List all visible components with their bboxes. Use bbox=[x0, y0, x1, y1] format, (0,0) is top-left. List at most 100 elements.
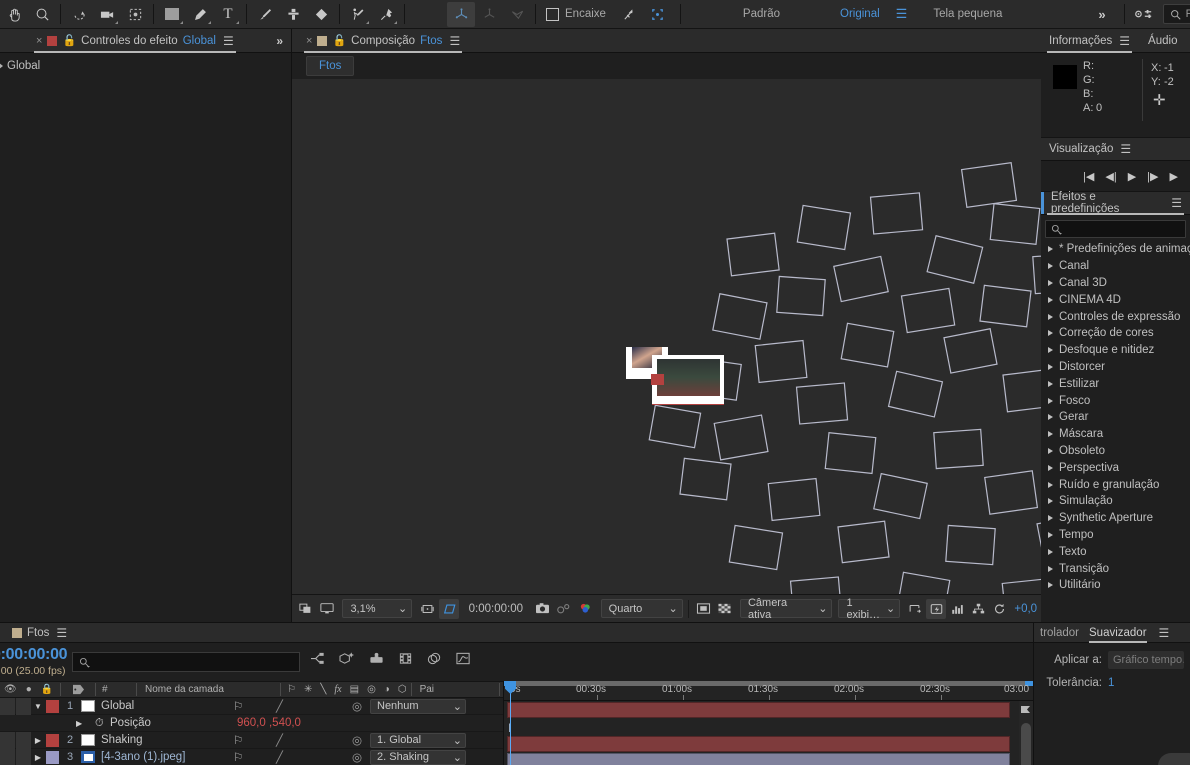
transparency-checkerboard-icon[interactable] bbox=[715, 599, 734, 619]
chevron-right-icon[interactable] bbox=[1048, 498, 1053, 505]
view-count-dropdown[interactable]: 1 exibi… ⌄ bbox=[838, 597, 901, 621]
layer-name-header[interactable]: Nome da camada bbox=[141, 681, 276, 698]
chevron-right-icon[interactable] bbox=[1048, 565, 1053, 572]
timeline-graph-icon[interactable] bbox=[948, 599, 967, 619]
panel-menu-icon[interactable]: ☰ bbox=[223, 34, 234, 48]
camera-tool-icon[interactable] bbox=[93, 2, 121, 27]
quality-switch-icon[interactable]: ╱ bbox=[276, 750, 283, 764]
effects-category-item[interactable]: Gerar bbox=[1041, 409, 1190, 426]
effects-category-item[interactable]: CINEMA 4D bbox=[1041, 291, 1190, 308]
clone-stamp-tool-icon[interactable] bbox=[279, 2, 307, 27]
layer-number-header[interactable]: # bbox=[100, 681, 132, 698]
tab-effect-controls[interactable]: × 🔓 Controles do efeito Global ☰ bbox=[28, 29, 242, 53]
chevron-right-icon[interactable] bbox=[1048, 263, 1053, 270]
panel-menu-icon[interactable]: ☰ bbox=[1120, 142, 1131, 156]
panel-menu-icon[interactable]: ☰ bbox=[1159, 626, 1170, 640]
effects-category-item[interactable]: Estilizar bbox=[1041, 375, 1190, 392]
graph-editor-icon[interactable] bbox=[455, 651, 472, 669]
chevron-right-icon[interactable] bbox=[0, 62, 3, 70]
enable-motion-blur-icon[interactable] bbox=[426, 651, 443, 669]
expand-layer-triangle-icon[interactable]: ▶ bbox=[32, 753, 44, 762]
chevron-right-icon[interactable] bbox=[1048, 397, 1053, 404]
chevron-right-icon[interactable] bbox=[1048, 380, 1053, 387]
chevron-right-icon[interactable]: ▶ bbox=[76, 719, 82, 728]
parent-dropdown[interactable]: Nenhum ⌄ bbox=[370, 698, 466, 714]
region-of-interest-icon[interactable] bbox=[439, 598, 459, 619]
collapse-transform-icon[interactable]: ✳ bbox=[304, 684, 312, 695]
pan-behind-tool-icon[interactable] bbox=[121, 2, 149, 27]
expand-layer-triangle-icon[interactable]: ▶ bbox=[32, 736, 44, 745]
chevron-right-icon[interactable] bbox=[1048, 515, 1053, 522]
parent-dropdown[interactable]: 2. Shaking ⌄ bbox=[370, 749, 466, 765]
draft-3d-icon[interactable] bbox=[339, 651, 356, 669]
tab-efeitos-predefinicoes[interactable]: Efeitos e predefinições ☰ bbox=[1041, 191, 1190, 215]
workspace-small-screen[interactable]: Tela pequena bbox=[923, 8, 1012, 20]
scrollbar-thumb[interactable] bbox=[1021, 723, 1031, 765]
expand-layer-triangle-icon[interactable]: ▼ bbox=[32, 702, 44, 711]
shape-tool-icon[interactable] bbox=[158, 2, 186, 27]
channels-icon[interactable] bbox=[575, 599, 594, 619]
shy-switch-icon[interactable]: ⚐ bbox=[233, 750, 243, 764]
resolution-region-icon[interactable] bbox=[418, 599, 437, 619]
breadcrumb-chip-ftos[interactable]: Ftos bbox=[306, 56, 355, 76]
effects-category-item[interactable]: Synthetic Aperture bbox=[1041, 510, 1190, 527]
layer-name[interactable]: Shaking bbox=[95, 734, 143, 746]
go-to-start-button[interactable]: |◀ bbox=[1083, 170, 1094, 183]
tab-informacoes[interactable]: Informações ☰ bbox=[1041, 29, 1138, 53]
workspace-overflow-chevron[interactable]: » bbox=[1090, 7, 1113, 22]
photo-thumb-selected[interactable] bbox=[651, 355, 724, 405]
snapping-toggle[interactable]: Encaixe bbox=[540, 7, 606, 21]
align-tool-icon[interactable] bbox=[616, 2, 644, 27]
exposure-value[interactable]: +0,0 bbox=[1011, 603, 1037, 615]
rotation-tool-icon[interactable] bbox=[65, 2, 93, 27]
quality-switch-icon[interactable]: ╲ bbox=[320, 684, 326, 695]
timeline-track-area[interactable]: 0s 00:30s 01:00s 01:30s 02:00s 02:30s 03… bbox=[503, 681, 1033, 765]
lock-icon[interactable]: 🔒 bbox=[41, 684, 53, 695]
video-toggle[interactable] bbox=[0, 748, 15, 765]
chevron-right-icon[interactable] bbox=[1048, 464, 1053, 471]
parent-pickwhip-icon[interactable]: ◎ bbox=[352, 699, 362, 713]
video-toggle[interactable] bbox=[0, 731, 15, 749]
track-bars-area[interactable]: I bbox=[504, 701, 1019, 765]
chevron-right-icon[interactable] bbox=[1048, 279, 1053, 286]
enable-frame-blending-icon[interactable] bbox=[397, 651, 414, 669]
comp-flowchart-icon[interactable] bbox=[969, 599, 988, 619]
effects-category-item[interactable]: Máscara bbox=[1041, 426, 1190, 443]
chevron-right-icon[interactable] bbox=[1048, 363, 1053, 370]
close-icon[interactable]: × bbox=[306, 35, 312, 47]
always-preview-icon[interactable] bbox=[296, 599, 315, 619]
effects-category-item[interactable]: Desfoque e nitidez bbox=[1041, 342, 1190, 359]
pen-tool-icon[interactable] bbox=[186, 2, 214, 27]
camera-view-dropdown[interactable]: Câmera ativa ⌄ bbox=[739, 597, 833, 621]
effects-category-item[interactable]: Obsoleto bbox=[1041, 443, 1190, 460]
world-axis-icon[interactable] bbox=[475, 2, 503, 27]
chevron-right-icon[interactable] bbox=[1048, 330, 1053, 337]
effects-category-item[interactable]: Correção de cores bbox=[1041, 325, 1190, 342]
layer-name[interactable]: Global bbox=[95, 700, 134, 712]
effects-search-input[interactable] bbox=[1045, 220, 1186, 238]
effects-category-item[interactable]: Fosco bbox=[1041, 392, 1190, 409]
timeline-ruler[interactable]: 0s 00:30s 01:00s 01:30s 02:00s 02:30s 03… bbox=[504, 681, 1033, 701]
layer-bar-global[interactable] bbox=[507, 702, 1010, 718]
effects-category-item[interactable]: Transição bbox=[1041, 560, 1190, 577]
lock-icon[interactable]: 🔓 bbox=[332, 34, 346, 47]
label-color-header[interactable] bbox=[65, 681, 91, 698]
local-axis-icon[interactable] bbox=[447, 1, 475, 27]
quality-switch-icon[interactable]: ╱ bbox=[276, 699, 283, 713]
reset-exposure-icon[interactable] bbox=[990, 599, 1009, 619]
chevron-right-icon[interactable] bbox=[1048, 347, 1053, 354]
workspace-menu-icon[interactable]: ☰ bbox=[890, 6, 914, 22]
toggle-transparency-grid-icon[interactable] bbox=[694, 599, 713, 619]
next-frame-button[interactable]: |▶ bbox=[1147, 170, 1158, 183]
eraser-tool-icon[interactable] bbox=[307, 2, 335, 27]
fast-previews-icon[interactable] bbox=[926, 598, 946, 619]
zoom-tool-icon[interactable] bbox=[28, 2, 56, 27]
workspace-original[interactable]: Original bbox=[830, 8, 890, 20]
chevron-right-icon[interactable] bbox=[1048, 313, 1053, 320]
close-icon[interactable]: × bbox=[36, 35, 42, 47]
parent-dropdown[interactable]: 1. Global ⌄ bbox=[370, 732, 466, 748]
text-tool-icon[interactable]: T bbox=[214, 2, 242, 27]
play-button[interactable]: ▶ bbox=[1128, 170, 1136, 183]
panel-menu-icon[interactable]: ☰ bbox=[449, 34, 460, 48]
video-visibility-icon[interactable]: 👁 bbox=[4, 684, 17, 695]
